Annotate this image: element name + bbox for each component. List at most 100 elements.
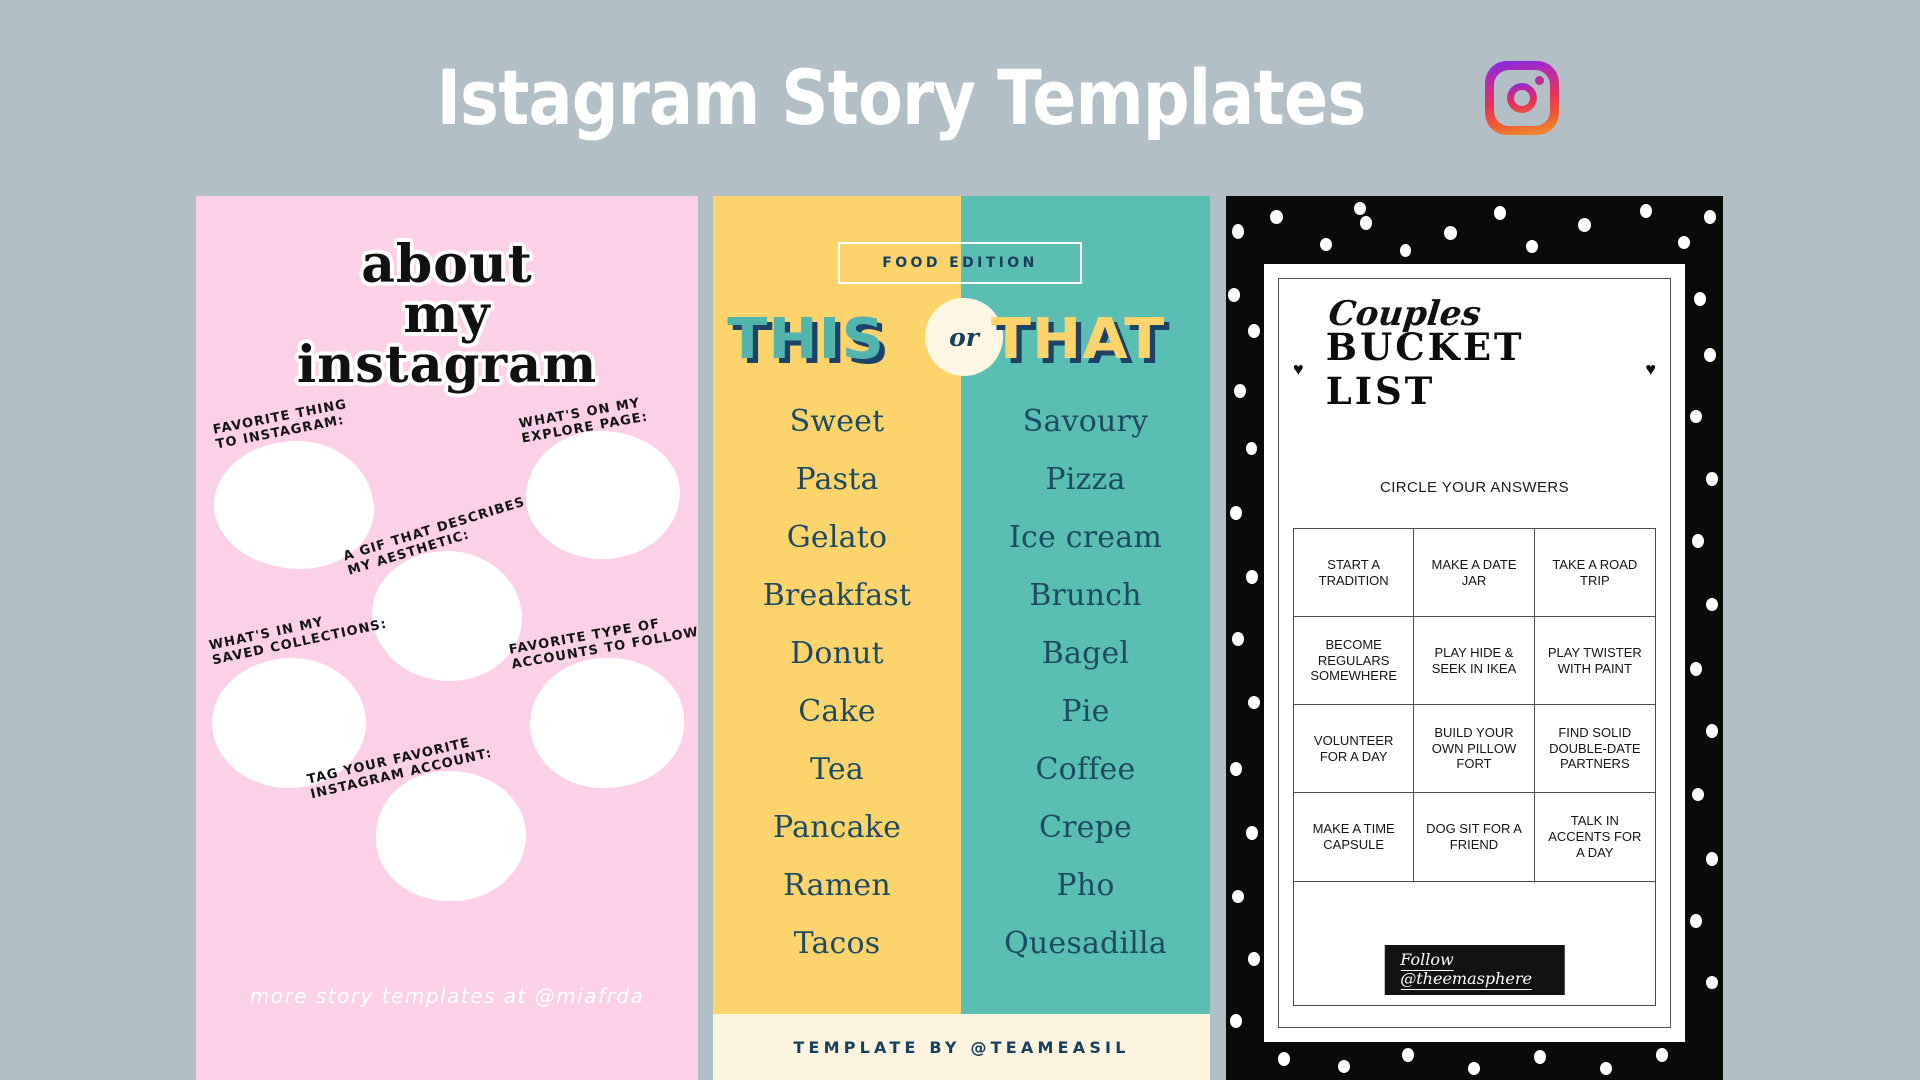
polka-dot	[1232, 224, 1244, 239]
option-this[interactable]: Tea	[713, 752, 961, 787]
polka-dot	[1690, 662, 1702, 676]
option-this[interactable]: Pasta	[713, 462, 961, 497]
bucket-list-grid: START A TRADITION MAKE A DATE JAR TAKE A R…	[1293, 528, 1656, 882]
this-heading: THIS	[727, 307, 885, 372]
polka-dot	[1354, 202, 1366, 215]
bucket-list-cell[interactable]: BECOME REGULARS SOMEWHERE	[1294, 617, 1415, 705]
polka-dot	[1338, 1060, 1350, 1073]
polka-dot	[1444, 226, 1457, 240]
polka-dot	[1234, 384, 1246, 398]
polka-dot	[1706, 852, 1718, 866]
option-row[interactable]: Donut Bagel	[713, 624, 1210, 682]
option-this[interactable]: Breakfast	[713, 578, 961, 613]
polka-dot	[1640, 204, 1652, 218]
polka-dot	[1228, 288, 1240, 302]
polka-dot	[1600, 1062, 1612, 1075]
option-row[interactable]: Tea Coffee	[713, 740, 1210, 798]
option-row[interactable]: Breakfast Brunch	[713, 566, 1210, 624]
polka-dot	[1706, 976, 1718, 989]
instagram-icon-ring	[1507, 83, 1538, 113]
option-this[interactable]: Gelato	[713, 520, 961, 555]
option-row[interactable]: Pancake Crepe	[713, 798, 1210, 856]
option-that[interactable]: Crepe	[961, 810, 1210, 845]
polka-dot	[1692, 788, 1704, 801]
answer-blob-6[interactable]	[376, 771, 526, 901]
option-that[interactable]: Brunch	[961, 578, 1210, 613]
polka-dot	[1578, 218, 1591, 232]
about-card-footer-credit: more story templates at @miafrda	[249, 984, 645, 1008]
polka-dot	[1706, 472, 1718, 486]
bucket-list-cell[interactable]: MAKE A DATE JAR	[1414, 529, 1535, 617]
option-row[interactable]: Gelato Ice cream	[713, 508, 1210, 566]
bucket-list-instruction: CIRCLE YOUR ANSWERS	[1379, 479, 1570, 496]
option-that[interactable]: Coffee	[961, 752, 1210, 787]
option-that[interactable]: Pie	[961, 694, 1210, 729]
bucket-list-cell[interactable]: PLAY TWISTER WITH PAINT	[1534, 617, 1655, 705]
answer-blob-2[interactable]	[526, 431, 680, 559]
about-title-line-2: my	[403, 284, 491, 346]
polka-dot	[1230, 762, 1242, 776]
about-card-title: about my instagram	[196, 234, 698, 390]
follow-credit-label: Follow @theemasphere	[1400, 950, 1532, 990]
option-row[interactable]: Cake Pie	[713, 682, 1210, 740]
polka-dot	[1248, 324, 1260, 338]
polka-dot	[1704, 348, 1716, 362]
option-this[interactable]: Pancake	[713, 810, 961, 845]
polka-dot	[1402, 1048, 1414, 1062]
follow-credit-badge[interactable]: Follow @theemasphere	[1384, 945, 1565, 995]
bucket-list-cell[interactable]: BUILD YOUR OWN PILLOW FORT	[1414, 705, 1535, 793]
polka-dot	[1690, 914, 1702, 928]
option-this[interactable]: Tacos	[713, 926, 961, 961]
bucket-list-cell[interactable]: TAKE A ROAD TRIP	[1534, 529, 1655, 617]
option-this[interactable]: Donut	[713, 636, 961, 671]
polka-dot	[1694, 292, 1706, 306]
polka-dot	[1232, 632, 1244, 646]
edition-badge: FOOD EDITION	[838, 242, 1082, 284]
bucket-list-cell[interactable]: PLAY HIDE & SEEK IN IKEA	[1414, 617, 1535, 705]
polka-dot	[1656, 1048, 1668, 1062]
polka-dot	[1534, 1050, 1546, 1064]
option-row[interactable]: Pasta Pizza	[713, 450, 1210, 508]
bucket-list-cell[interactable]: FIND SOLID DOUBLE-DATE PARTNERS	[1534, 705, 1655, 793]
bucket-list-notes-area[interactable]: Follow @theemasphere	[1293, 882, 1656, 1006]
polka-dot	[1246, 826, 1258, 840]
page-title: Istagram Story Templates	[436, 53, 1367, 142]
this-that-option-list: Sweet Savoury Pasta Pizza Gelato Ice cre…	[713, 392, 1210, 972]
bucket-list-cell[interactable]: VOLUNTEER FOR A DAY	[1294, 705, 1415, 793]
option-this[interactable]: Ramen	[713, 868, 961, 903]
option-that[interactable]: Ice cream	[961, 520, 1210, 555]
option-row[interactable]: Ramen Pho	[713, 856, 1210, 914]
bucket-list-script-word: Couples	[1326, 294, 1483, 334]
option-that[interactable]: Pho	[961, 868, 1210, 903]
option-row[interactable]: Tacos Quesadilla	[713, 914, 1210, 972]
polka-dot	[1246, 442, 1257, 455]
answer-blob-3[interactable]	[372, 551, 522, 681]
polka-dot	[1246, 570, 1258, 584]
polka-dot	[1278, 1052, 1290, 1066]
option-that[interactable]: Pizza	[961, 462, 1210, 497]
option-this[interactable]: Sweet	[713, 404, 961, 439]
instagram-icon	[1485, 61, 1560, 135]
bucket-list-cell[interactable]: DOG SIT FOR A FRIEND	[1414, 793, 1535, 881]
template-card-this-or-that[interactable]: FOOD EDITION THIS or THAT Sweet Savoury …	[713, 196, 1210, 1080]
polka-dot	[1270, 210, 1283, 224]
option-that[interactable]: Bagel	[961, 636, 1210, 671]
bucket-list-cell[interactable]: TALK IN ACCENTS FOR A DAY	[1535, 793, 1655, 881]
polka-dot	[1692, 534, 1704, 548]
polka-dot	[1678, 236, 1690, 249]
instagram-icon-dot	[1535, 76, 1545, 85]
template-card-about-my-instagram[interactable]: about my instagram FAVORITE THING TO INS…	[196, 196, 698, 1080]
option-row[interactable]: Sweet Savoury	[713, 392, 1210, 450]
option-that[interactable]: Quesadilla	[961, 926, 1210, 961]
about-title-line-1: about	[361, 234, 533, 295]
polka-dot	[1690, 410, 1702, 423]
polka-dot	[1230, 1014, 1242, 1028]
template-card-couples-bucket-list[interactable]: Couples ♥ BUCKET LIST ♥ CIRCLE YOUR ANSW…	[1226, 196, 1723, 1080]
bucket-list-cell[interactable]: START A TRADITION	[1294, 529, 1415, 617]
bucket-list-cell[interactable]: MAKE A TIME CAPSULE	[1294, 793, 1415, 881]
answer-blob-5[interactable]	[530, 658, 684, 788]
polka-dot	[1526, 240, 1538, 253]
heart-icon: ♥	[1293, 359, 1304, 379]
option-this[interactable]: Cake	[713, 694, 961, 729]
option-that[interactable]: Savoury	[961, 404, 1210, 439]
